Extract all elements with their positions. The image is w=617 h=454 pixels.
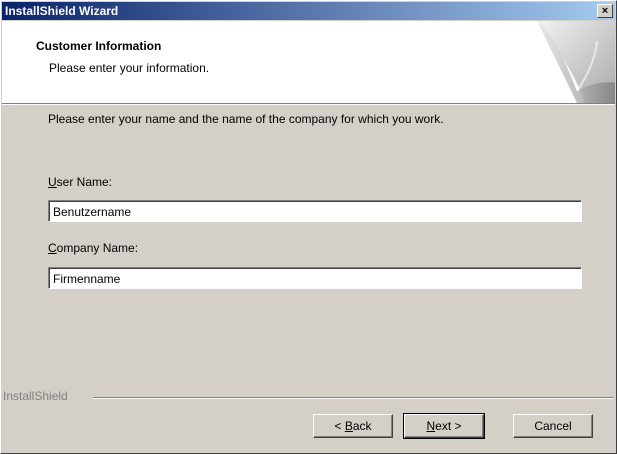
- footer-divider: [93, 397, 614, 399]
- company-name-label-text: ompany Name:: [56, 241, 139, 255]
- next-accelerator: N: [426, 419, 436, 433]
- window-title: InstallShield Wizard: [5, 4, 119, 18]
- close-icon: ×: [601, 5, 609, 17]
- close-button[interactable]: ×: [597, 4, 613, 18]
- wizard-header: Customer Information Please enter your i…: [2, 21, 615, 104]
- header-divider: [2, 104, 615, 105]
- company-name-accelerator: C: [48, 241, 57, 255]
- next-label: ext >: [435, 419, 462, 433]
- user-name-field[interactable]: Benutzername: [48, 200, 582, 222]
- brand-label: InstallShield: [3, 389, 68, 403]
- back-accelerator: B: [344, 419, 353, 433]
- installer-window: InstallShield Wizard × Customer Informat…: [0, 0, 617, 454]
- page-subtitle: Please enter your information.: [49, 61, 210, 75]
- user-name-accelerator: U: [48, 175, 57, 189]
- next-button[interactable]: Next >: [403, 413, 485, 439]
- user-name-label: User Name:: [48, 175, 112, 189]
- cancel-button[interactable]: Cancel: [513, 414, 593, 438]
- back-button[interactable]: < Back: [313, 414, 393, 438]
- intro-text: Please enter your name and the name of t…: [48, 112, 444, 126]
- back-label: ack: [352, 419, 372, 433]
- back-prefix: <: [334, 419, 345, 433]
- title-bar[interactable]: InstallShield Wizard ×: [2, 2, 615, 20]
- company-name-label: Company Name:: [48, 241, 138, 255]
- company-name-field[interactable]: Firmenname: [48, 267, 582, 289]
- page-title: Customer Information: [36, 39, 162, 53]
- page-curl-graphic: [537, 21, 615, 103]
- user-name-label-text: ser Name:: [56, 175, 113, 189]
